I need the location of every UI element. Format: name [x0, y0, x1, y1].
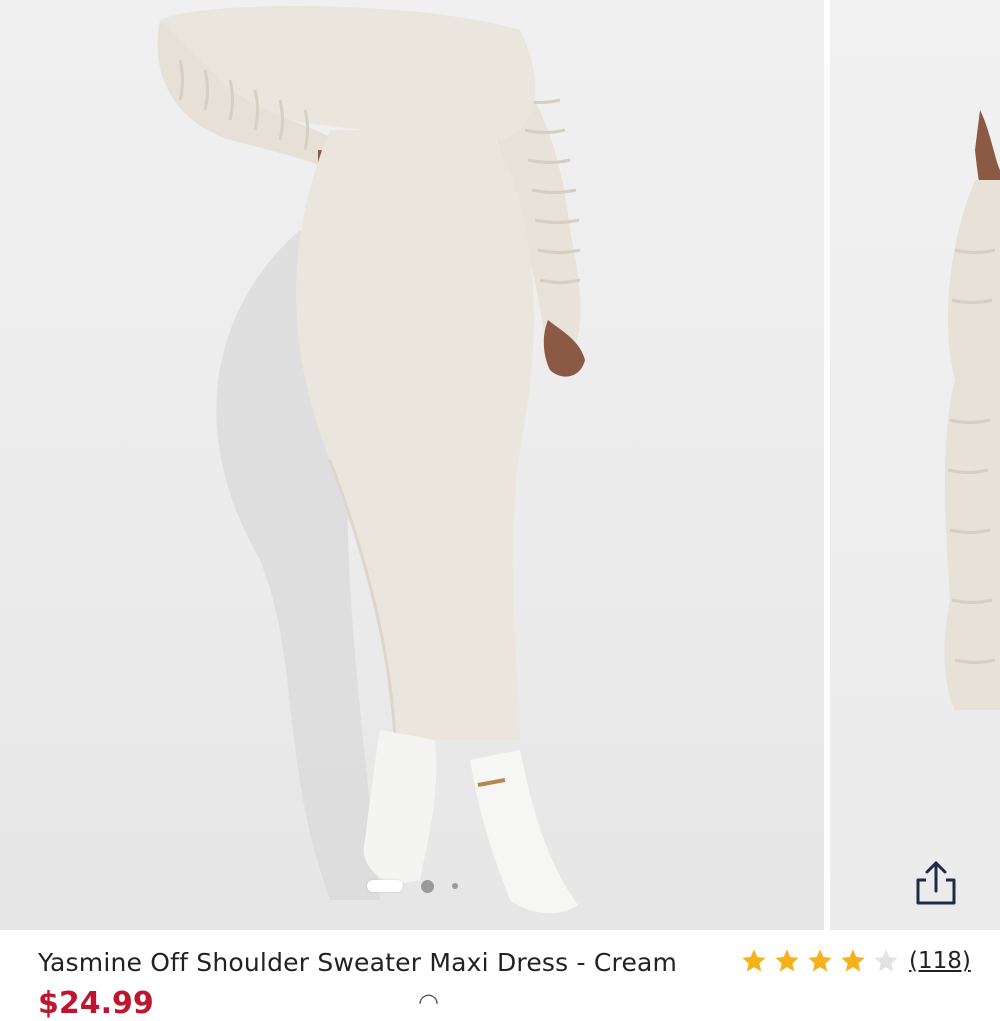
product-title: Yasmine Off Shoulder Sweater Maxi Dress … [38, 948, 678, 977]
review-count-link[interactable]: (118) [909, 948, 971, 974]
star-icon [841, 949, 865, 972]
product-price: $24.99 [38, 986, 154, 1021]
star-icon [808, 949, 832, 972]
share-button[interactable] [906, 855, 966, 915]
gallery-pagination[interactable] [0, 876, 824, 896]
product-image-next[interactable] [830, 0, 1000, 930]
price-extra-glyph: ◠ [418, 988, 439, 1016]
product-photo [157, 6, 585, 914]
star-icon [775, 949, 799, 972]
product-image-gallery[interactable] [0, 0, 1000, 930]
pagination-dot-1[interactable] [366, 880, 403, 892]
pagination-dot-2[interactable] [420, 879, 434, 893]
star-icon [742, 949, 766, 972]
product-rating[interactable]: (118) [740, 947, 971, 975]
share-icon [916, 861, 956, 905]
product-image-main[interactable] [0, 0, 824, 930]
product-photo-next [944, 110, 1000, 710]
star-icon-empty [874, 949, 898, 972]
pagination-dot-3[interactable] [451, 883, 458, 889]
